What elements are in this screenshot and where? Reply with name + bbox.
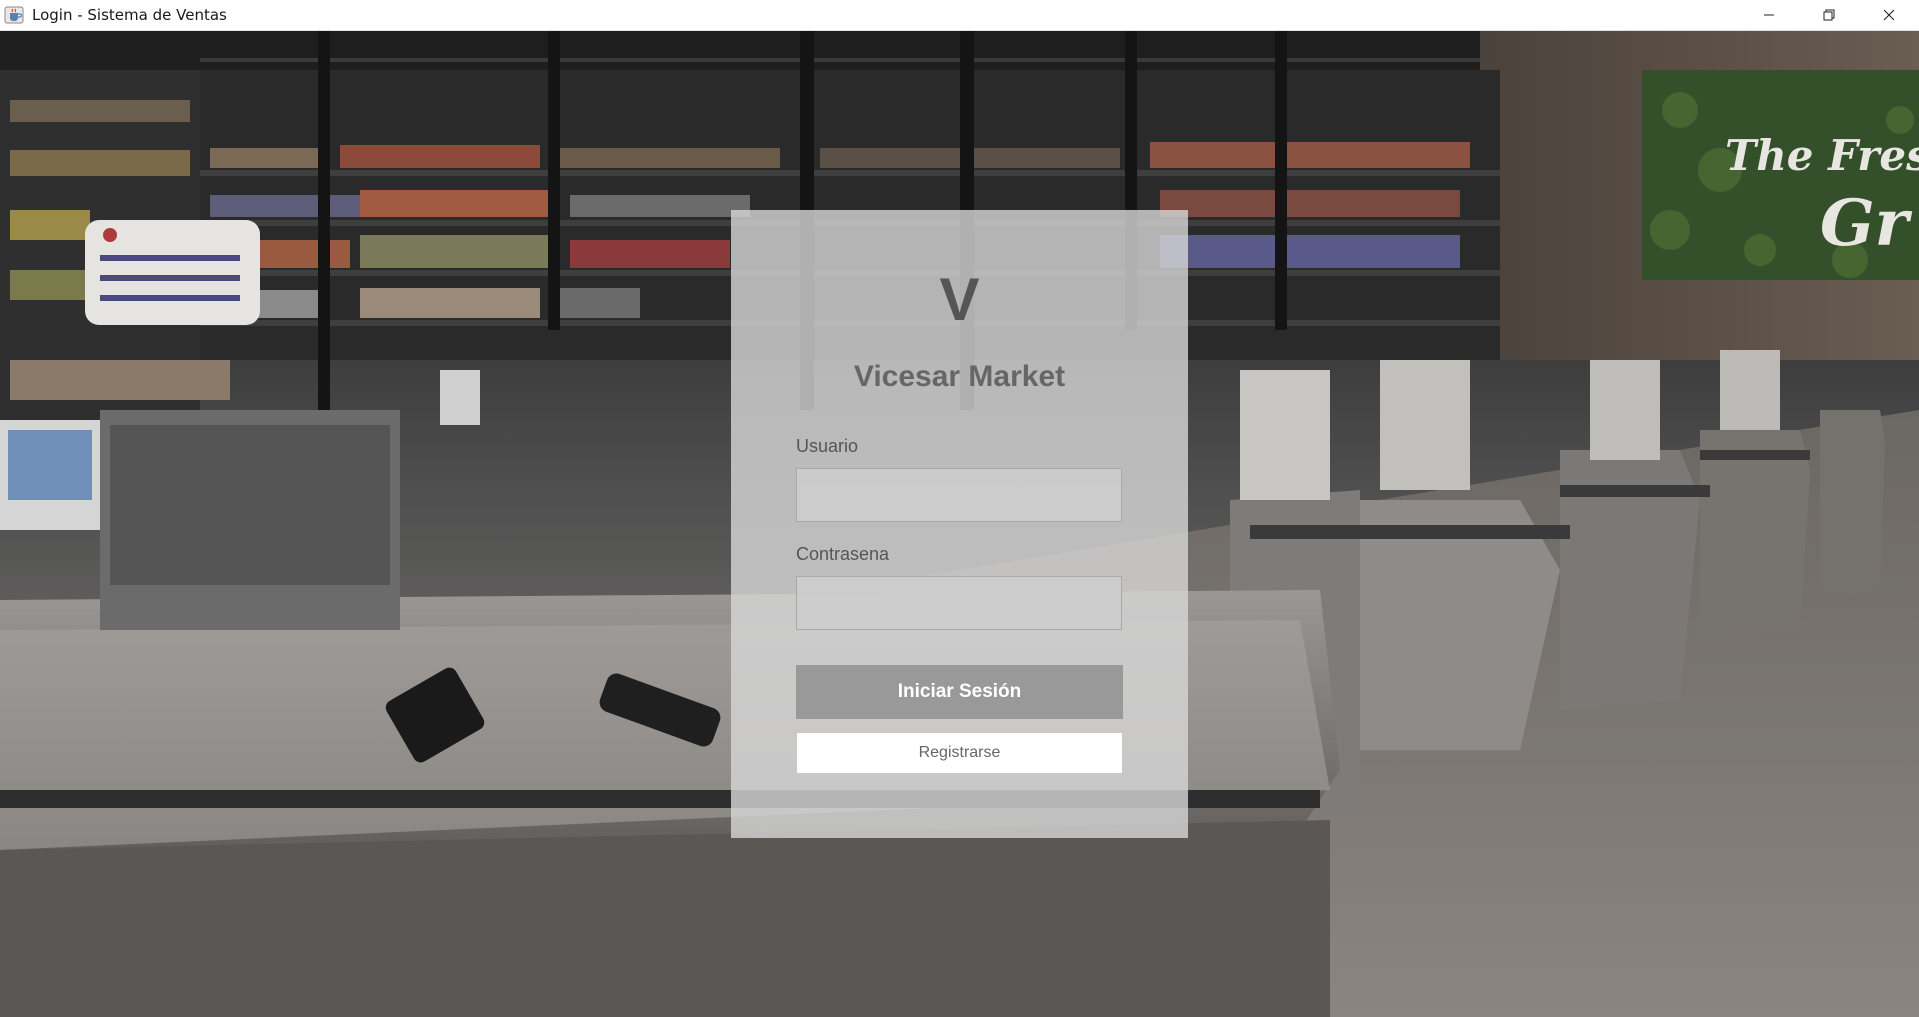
window-title: Login - Sistema de Ventas xyxy=(32,6,227,24)
close-button[interactable] xyxy=(1859,0,1919,30)
minimize-button[interactable] xyxy=(1739,0,1799,30)
close-icon xyxy=(1883,9,1895,21)
username-label: Usuario xyxy=(796,436,859,456)
password-input[interactable] xyxy=(796,576,1122,630)
java-cup-icon xyxy=(4,5,24,25)
sign-text-2: Gr xyxy=(1820,186,1913,261)
app-window: Login - Sistema de Ventas The Fres Gr V … xyxy=(0,0,1919,1017)
window-controls xyxy=(1739,0,1919,30)
sign-text-1: The Fres xyxy=(1725,131,1919,180)
title-bar: Login - Sistema de Ventas xyxy=(0,0,1919,31)
register-button[interactable]: Registrarse xyxy=(796,732,1123,774)
restore-button[interactable] xyxy=(1799,0,1859,30)
password-label: Contrasena xyxy=(796,544,890,564)
username-input[interactable] xyxy=(796,468,1122,522)
minimize-icon xyxy=(1764,14,1774,16)
restore-icon xyxy=(1823,9,1835,21)
brand-name: Vicesar Market xyxy=(853,360,1066,393)
logo: V xyxy=(939,266,980,333)
login-panel: V Vicesar Market Usuario Contrasena Inic… xyxy=(731,210,1188,838)
login-button[interactable]: Iniciar Sesión xyxy=(796,665,1123,719)
